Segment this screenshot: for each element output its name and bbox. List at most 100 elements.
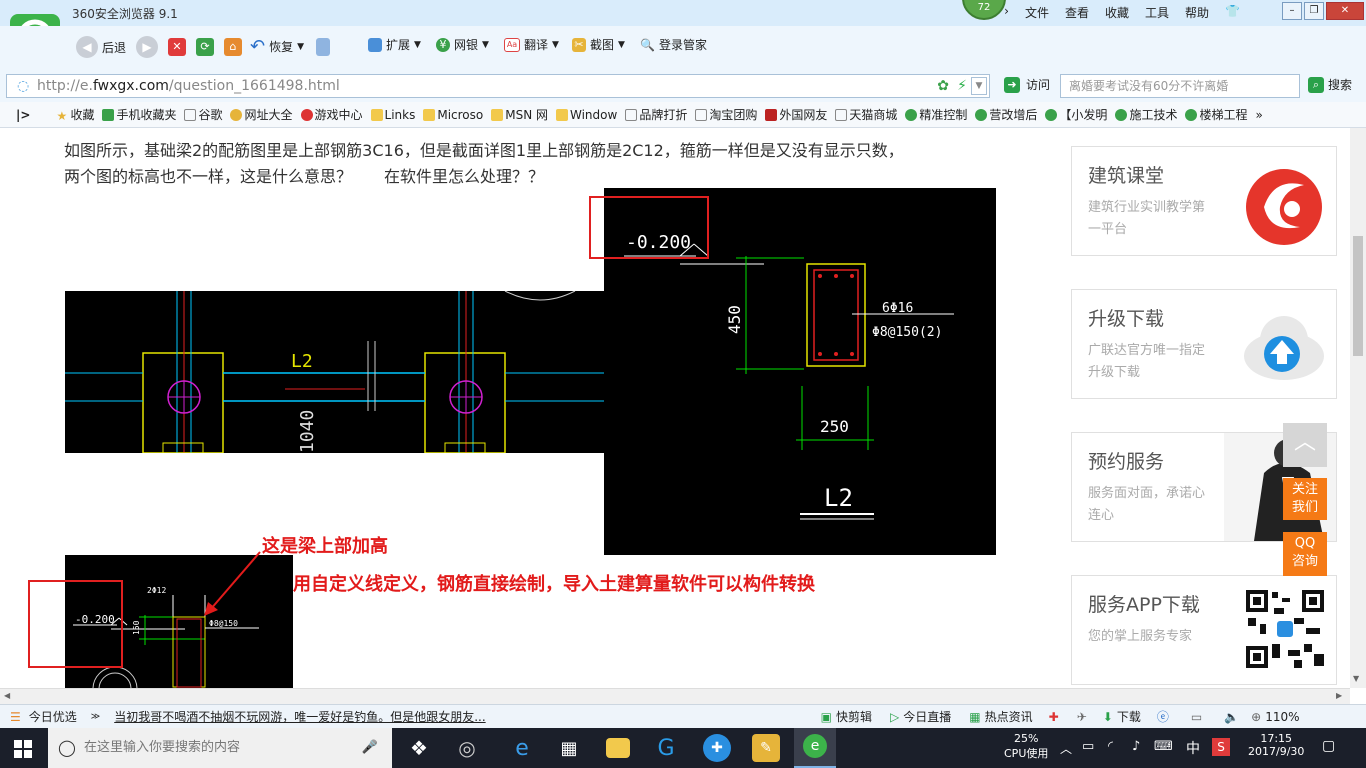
fav-item[interactable]: 品牌打折 bbox=[625, 106, 687, 123]
fav-item[interactable]: 游戏中心 bbox=[300, 106, 363, 123]
lightning-icon[interactable]: ⚡ bbox=[957, 75, 967, 97]
taskbar-search[interactable]: ◯ 在这里输入你要搜索的内容 🎤 bbox=[48, 728, 392, 768]
url-field[interactable]: ◌ http://e.fwxgx.com/question_1661498.ht… bbox=[6, 74, 990, 98]
window-icon[interactable]: ▭ bbox=[1191, 710, 1202, 724]
live-button[interactable]: 今日直播 bbox=[903, 708, 951, 725]
news-link[interactable]: 当初我哥不喝酒不抽烟不玩网游，唯一爱好是钓鱼。但是他跟女朋友... bbox=[114, 708, 485, 725]
fav-item[interactable]: Microso bbox=[423, 108, 483, 122]
fav-item[interactable]: Links bbox=[370, 108, 415, 122]
volume-icon[interactable]: 🔈 bbox=[1224, 710, 1239, 724]
plus-icon[interactable]: ✚ bbox=[1049, 710, 1059, 724]
chevron-icon[interactable]: ≫ bbox=[91, 712, 100, 722]
fav-item[interactable]: 淘宝团购 bbox=[695, 106, 757, 123]
sogou-icon[interactable]: S bbox=[1212, 738, 1230, 756]
fav-item[interactable]: 【小发明 bbox=[1045, 106, 1107, 123]
back-to-top-button[interactable]: ︿ bbox=[1283, 423, 1327, 467]
follow-us-button[interactable]: 关注我们 bbox=[1283, 478, 1327, 520]
hot-button[interactable]: 热点资讯 bbox=[985, 708, 1033, 725]
fav-item[interactable]: 网址大全 bbox=[230, 106, 293, 123]
back-icon[interactable]: ◀ bbox=[76, 36, 98, 58]
pin-icon[interactable]: ✈ bbox=[1077, 710, 1087, 724]
store-icon[interactable]: ▦ bbox=[555, 734, 583, 762]
search-input[interactable]: 离婚要考试没有60分不许离婚 bbox=[1060, 74, 1300, 98]
scroll-down-icon[interactable]: ▼ bbox=[1353, 674, 1359, 683]
sidecard-upgrade[interactable]: 升级下载 广联达官方唯一指定升级下载 bbox=[1071, 289, 1337, 399]
forward-icon[interactable]: ▶ bbox=[136, 36, 159, 58]
wifi-icon[interactable]: ◜ bbox=[1108, 739, 1113, 754]
ext-button[interactable]: 扩展 bbox=[386, 36, 410, 53]
search-button[interactable]: 搜索 bbox=[1328, 76, 1352, 93]
shirt-icon[interactable]: 👕 bbox=[1217, 4, 1248, 21]
today-picks[interactable]: 今日优选 bbox=[29, 708, 77, 725]
minimize-button[interactable]: – bbox=[1282, 2, 1302, 20]
fav-item[interactable]: ★ 收藏 bbox=[56, 106, 94, 123]
back-button[interactable]: 后退 bbox=[102, 39, 126, 56]
windows-start-icon[interactable] bbox=[14, 740, 32, 758]
notification-icon[interactable]: ▢ bbox=[1322, 738, 1335, 754]
edge-icon[interactable]: e bbox=[508, 734, 536, 762]
scroll-thumb[interactable] bbox=[1353, 236, 1363, 356]
screenshot-button[interactable]: 截图 bbox=[590, 36, 614, 53]
cpu-usage[interactable]: 25% CPU使用 bbox=[1004, 732, 1048, 761]
close-button[interactable]: ✕ bbox=[1326, 2, 1364, 20]
chevron-down-icon[interactable]: ▼ bbox=[482, 40, 489, 50]
translate-button[interactable]: 翻译 bbox=[524, 36, 548, 53]
vertical-scrollbar[interactable]: ▼ bbox=[1350, 128, 1366, 688]
app-plus-icon[interactable]: ✚ bbox=[703, 734, 731, 762]
horizontal-scrollbar[interactable]: ◀ ▶ bbox=[0, 688, 1350, 704]
sidecard-app-download[interactable]: 服务APP下载 您的掌上服务专家 bbox=[1071, 575, 1337, 685]
fav-item[interactable]: 营改增后 bbox=[975, 106, 1037, 123]
keyboard-icon[interactable]: ⌨ bbox=[1154, 739, 1173, 754]
scroll-left-icon[interactable]: ◀ bbox=[4, 691, 10, 700]
qr-code-icon[interactable] bbox=[1244, 588, 1326, 670]
go-arrow-icon[interactable]: ➜ bbox=[1004, 76, 1020, 93]
chevron-down-icon[interactable]: ▼ bbox=[618, 40, 625, 50]
menu-file[interactable]: 文件 bbox=[1017, 4, 1057, 21]
fav-item[interactable]: 谷歌 bbox=[184, 106, 222, 123]
arrow-icon[interactable]: › bbox=[996, 4, 1017, 21]
refresh-icon[interactable]: ⟳ bbox=[196, 37, 214, 56]
menu-tools[interactable]: 工具 bbox=[1137, 4, 1177, 21]
chevron-down-icon[interactable]: ▼ bbox=[414, 40, 421, 50]
zoom-level[interactable]: 110% bbox=[1265, 710, 1299, 724]
qq-consult-button[interactable]: QQ咨询 bbox=[1283, 532, 1327, 576]
more-favorites-icon[interactable]: » bbox=[1255, 108, 1262, 122]
speedup-icon[interactable]: ✿ bbox=[937, 75, 949, 97]
menu-view[interactable]: 查看 bbox=[1057, 4, 1097, 21]
fav-item[interactable]: 施工技术 bbox=[1115, 106, 1177, 123]
restore-button[interactable]: 恢复 bbox=[269, 38, 293, 55]
microphone-icon[interactable]: 🎤 bbox=[362, 728, 378, 768]
fav-item[interactable]: 手机收藏夹 bbox=[102, 106, 176, 123]
ime-indicator[interactable]: 中 bbox=[1186, 738, 1200, 758]
phone-icon[interactable] bbox=[316, 37, 331, 56]
folder-icon[interactable] bbox=[606, 738, 630, 758]
tray-expand-icon[interactable]: ︿ bbox=[1060, 740, 1072, 757]
fav-item[interactable]: MSN 网 bbox=[491, 106, 548, 123]
visit-button[interactable]: 访问 bbox=[1026, 76, 1050, 93]
maximize-button[interactable]: ❐ bbox=[1304, 2, 1324, 20]
fav-item[interactable]: 天猫商城 bbox=[835, 106, 897, 123]
fav-item[interactable]: 楼梯工程 bbox=[1185, 106, 1247, 123]
sidecard-classroom[interactable]: 建筑课堂 建筑行业实训教学第一平台 bbox=[1071, 146, 1337, 256]
glodon-icon[interactable]: G bbox=[652, 734, 680, 762]
battery-icon[interactable]: ▭ bbox=[1082, 739, 1094, 754]
clip-button[interactable]: 快剪辑 bbox=[836, 708, 872, 725]
stop-icon[interactable]: ✕ bbox=[168, 37, 186, 56]
menu-help[interactable]: 帮助 bbox=[1177, 4, 1217, 21]
url-dropdown-icon[interactable]: ▼ bbox=[971, 77, 987, 95]
speaker-icon[interactable]: ♪ bbox=[1132, 739, 1140, 754]
notes-icon[interactable]: ✎ bbox=[752, 734, 780, 762]
active-app-slot[interactable]: e bbox=[794, 728, 836, 768]
download-button[interactable]: 下载 bbox=[1117, 708, 1141, 725]
scroll-right-icon[interactable]: ▶ bbox=[1336, 691, 1342, 700]
fav-item[interactable]: 精准控制 bbox=[905, 106, 967, 123]
login-button[interactable]: 登录管家 bbox=[659, 36, 707, 53]
menu-favorites[interactable]: 收藏 bbox=[1097, 4, 1137, 21]
search-icon[interactable]: ⌕ bbox=[1308, 76, 1324, 93]
chevron-down-icon[interactable]: ▼ bbox=[552, 40, 559, 50]
bank-button[interactable]: 网银 bbox=[454, 36, 478, 53]
ie-icon[interactable]: ⓔ bbox=[1157, 708, 1169, 725]
fav-item[interactable]: 外国网友 bbox=[765, 106, 827, 123]
browser-app-icon[interactable]: ◎ bbox=[453, 734, 481, 762]
fav-item[interactable]: Window bbox=[556, 108, 617, 122]
